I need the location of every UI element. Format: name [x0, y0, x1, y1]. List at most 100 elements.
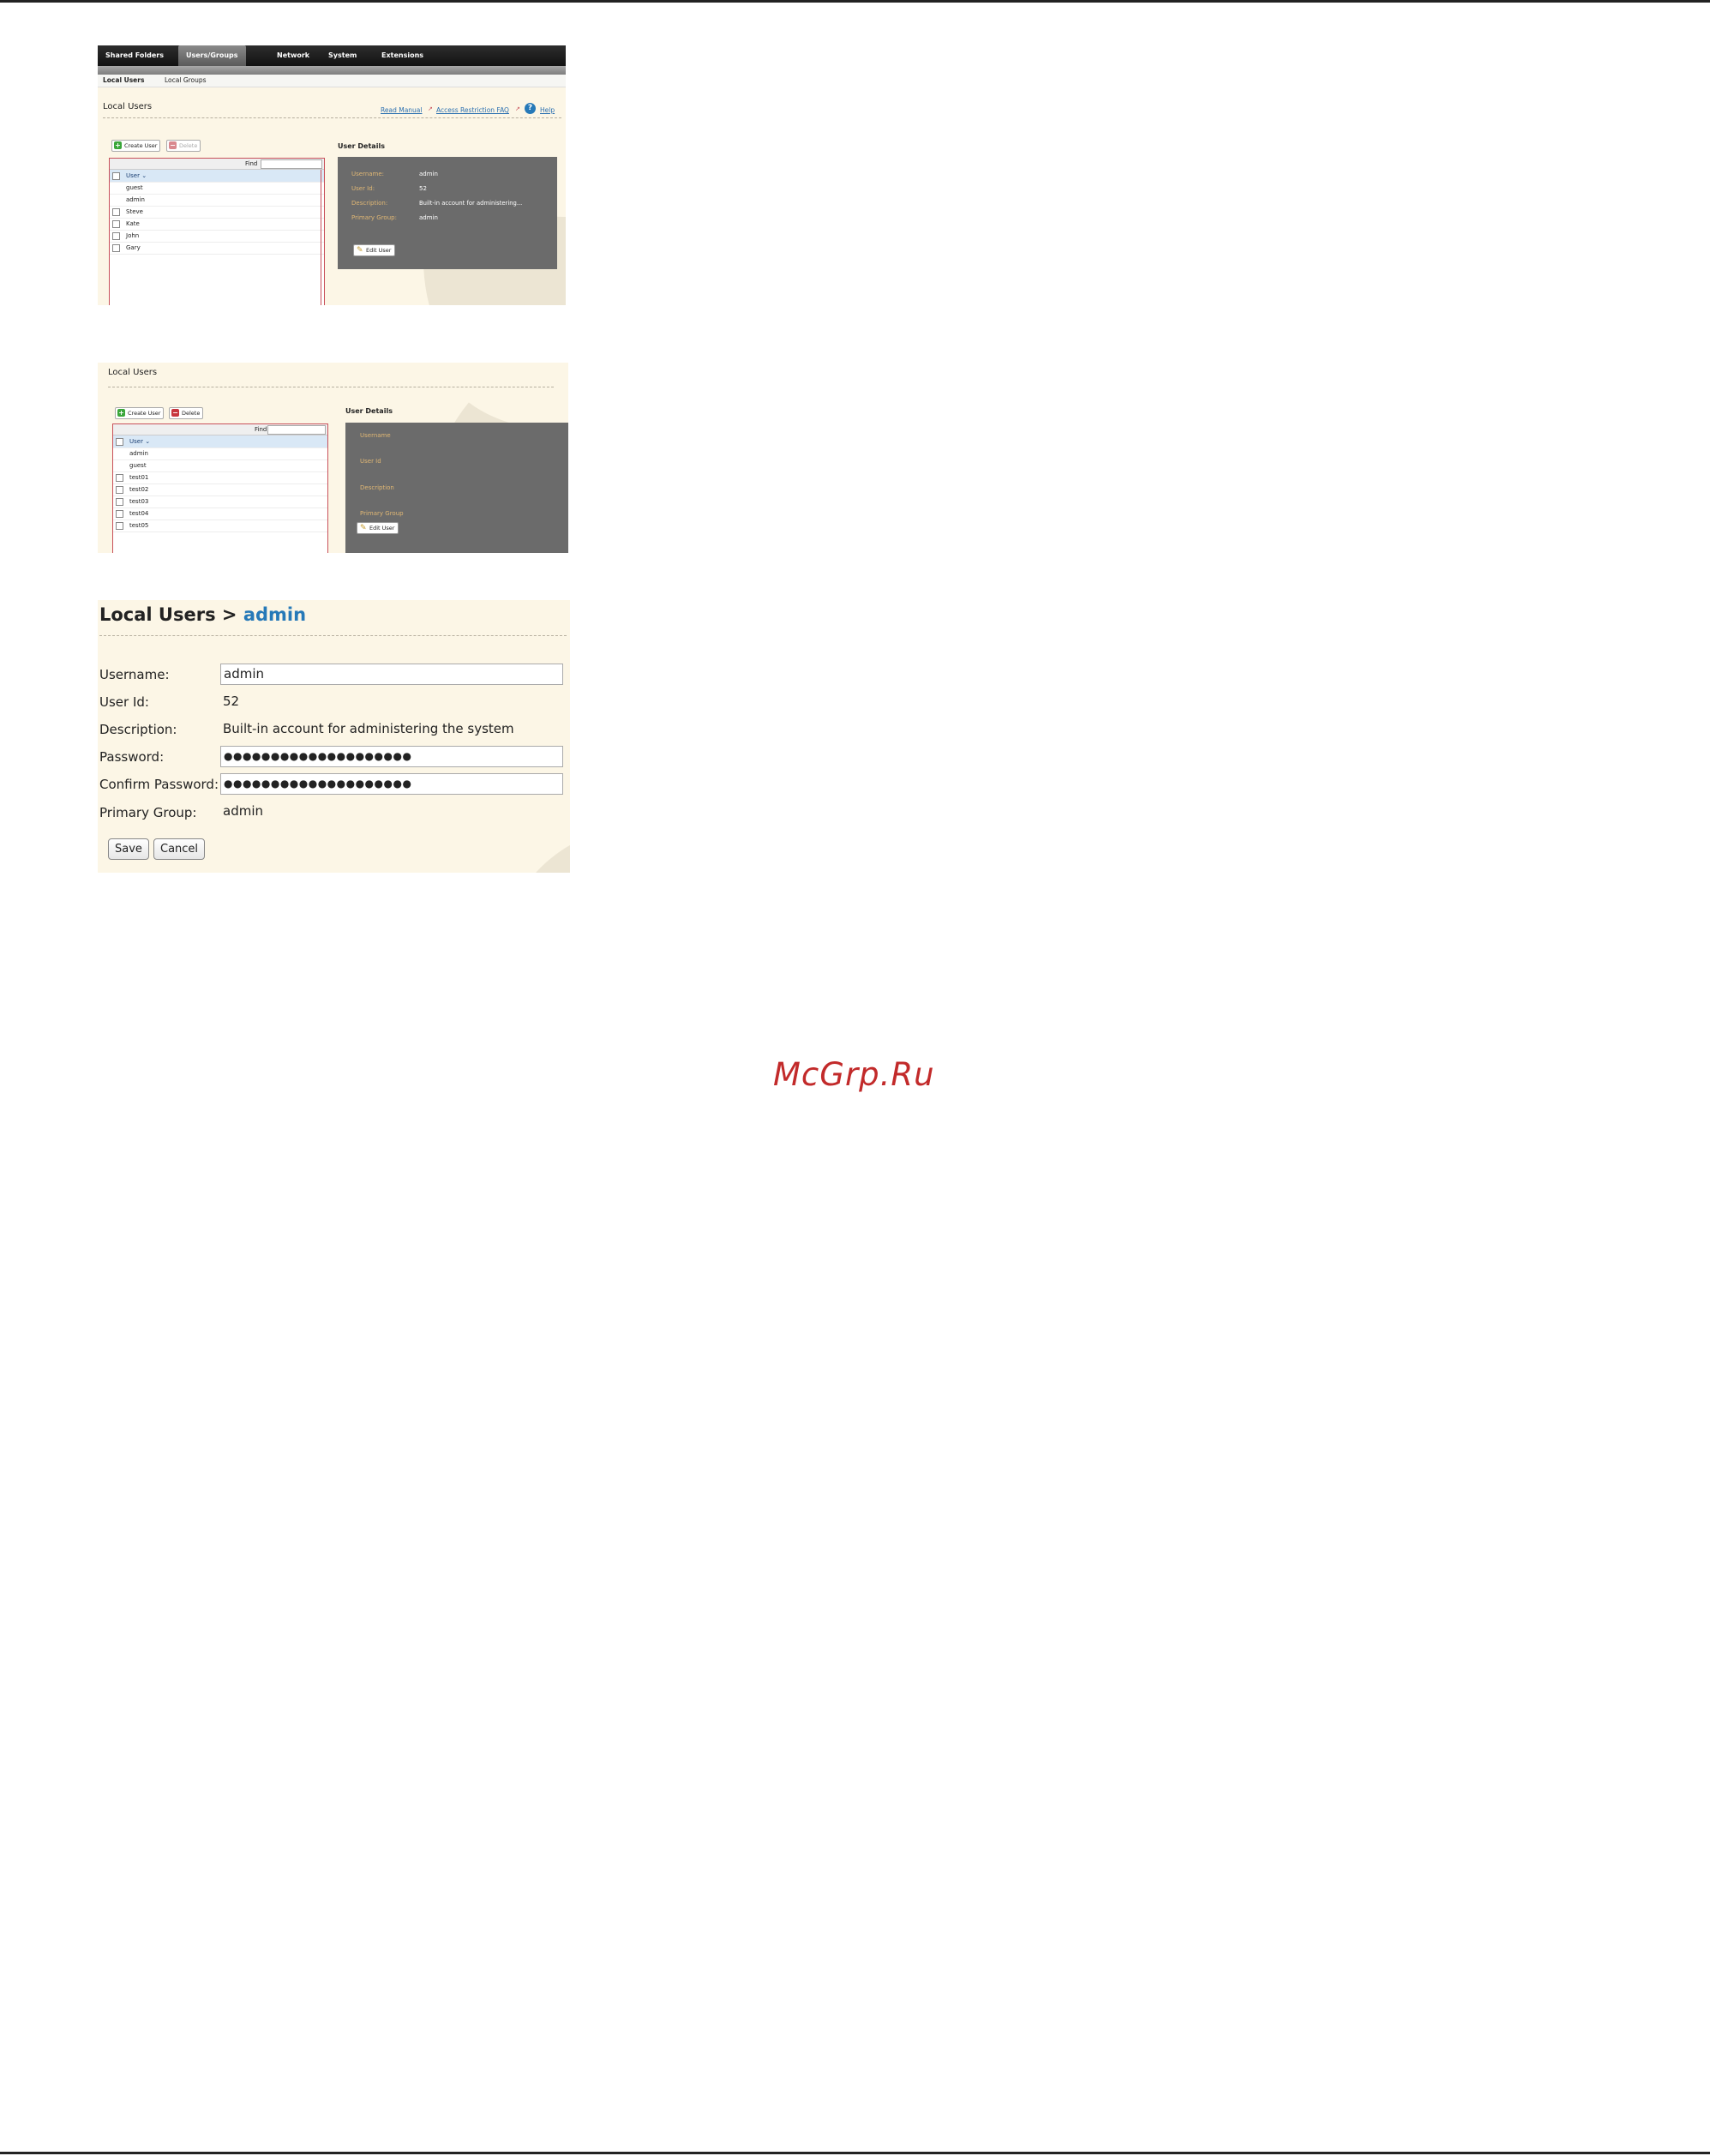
find-row: Find [113, 424, 327, 435]
screenshot-local-users-test-list: Local Users + Create User − Delete Find … [98, 363, 568, 553]
user-row[interactable]: admin [110, 194, 324, 207]
user-row[interactable]: guest [113, 459, 327, 472]
row-checkbox[interactable] [112, 220, 120, 228]
title-divider [99, 635, 567, 636]
page-title: Local Users [103, 102, 153, 111]
user-row[interactable]: test02 [113, 483, 327, 496]
access-faq-link[interactable]: Access Restriction FAQ [436, 106, 509, 114]
user-name: Steve [126, 208, 143, 215]
row-checkbox[interactable] [116, 498, 123, 506]
row-checkbox[interactable] [112, 208, 120, 216]
user-row[interactable]: guest [110, 182, 324, 195]
user-list: Find User ⌄ guest admin Steve Kate John … [109, 158, 325, 305]
user-name: guest [129, 462, 147, 469]
row-checkbox[interactable] [116, 486, 123, 494]
nav-tab-network[interactable]: Network [269, 45, 317, 66]
find-input[interactable] [267, 425, 326, 435]
title-divider [103, 117, 561, 118]
user-column-header[interactable]: User ⌄ [110, 170, 324, 183]
row-checkbox[interactable] [116, 510, 123, 518]
row-checkbox[interactable] [112, 232, 120, 240]
edit-user-button[interactable]: ✎ Edit User [353, 244, 396, 256]
subtab-local-users[interactable]: Local Users [103, 75, 144, 87]
find-input[interactable] [261, 159, 322, 169]
delete-button[interactable]: − Delete [169, 407, 204, 419]
user-header-label: User ⌄ [126, 172, 147, 179]
user-name: Kate [126, 220, 140, 227]
cancel-button[interactable]: Cancel [153, 838, 206, 860]
create-user-button[interactable]: + Create User [115, 407, 165, 419]
userid-label: User Id [360, 458, 381, 465]
read-manual-link[interactable]: Read Manual [381, 106, 422, 114]
user-details-heading: User Details [338, 142, 385, 150]
group-value: admin [419, 214, 438, 221]
main-nav: Shared Folders Users/Groups Network Syst… [98, 45, 566, 66]
create-user-label: Create User [124, 142, 158, 149]
nav-tab-system[interactable]: System [321, 45, 364, 66]
top-rule [0, 0, 1710, 3]
user-row[interactable]: test04 [113, 507, 327, 520]
confirm-password-label: Confirm Password: [99, 777, 219, 792]
help-icon[interactable]: ? [525, 103, 536, 114]
user-row[interactable]: test01 [113, 471, 327, 484]
user-row[interactable]: Gary [110, 242, 324, 255]
find-row: Find [110, 159, 324, 170]
username-label: Username: [351, 171, 385, 177]
user-name: test03 [129, 498, 149, 505]
user-name: test02 [129, 486, 149, 493]
row-checkbox[interactable] [116, 474, 123, 482]
user-name: test04 [129, 510, 149, 517]
external-link-icon: ↗ [428, 105, 433, 112]
user-row[interactable]: admin [113, 447, 327, 460]
minus-icon: − [171, 409, 179, 417]
userid-label: User Id: [99, 694, 149, 710]
group-label: Primary Group [360, 510, 404, 517]
nav-tab-shared-folders[interactable]: Shared Folders [98, 45, 171, 66]
description-value: Built-in account for administering the s… [223, 721, 514, 736]
user-row[interactable]: Steve [110, 206, 324, 219]
find-label: Find [245, 160, 258, 167]
user-row[interactable]: John [110, 230, 324, 243]
user-name: guest [126, 184, 143, 191]
user-name: Gary [126, 244, 141, 251]
username-input[interactable]: admin [220, 664, 563, 685]
user-row[interactable]: test03 [113, 495, 327, 508]
help-link[interactable]: Help [540, 106, 555, 114]
delete-button[interactable]: − Delete [166, 140, 201, 152]
watermark: McGrp.Ru [773, 1056, 935, 1093]
user-row[interactable]: Kate [110, 218, 324, 231]
user-header-label: User ⌄ [129, 438, 151, 445]
username-label: Username: [99, 667, 170, 682]
user-details-heading: User Details [345, 407, 393, 415]
save-button[interactable]: Save [108, 838, 149, 860]
edit-user-button[interactable]: ✎ Edit User [357, 522, 399, 534]
userid-value: 52 [419, 185, 427, 192]
subtab-local-groups[interactable]: Local Groups [165, 75, 207, 87]
bottom-rule [0, 2152, 1710, 2154]
nav-tab-extensions[interactable]: Extensions [374, 45, 431, 66]
plus-icon: + [114, 141, 122, 149]
group-label: Primary Group: [351, 214, 397, 221]
confirm-password-input[interactable]: ●●●●●●●●●●●●●●●●●●●● [220, 773, 563, 795]
user-name: test01 [129, 474, 149, 481]
minus-icon: − [169, 141, 177, 149]
row-checkbox[interactable] [112, 244, 120, 252]
delete-label: Delete [182, 410, 201, 417]
background-swoosh [501, 827, 570, 873]
username-value: admin [419, 171, 438, 177]
nav-tab-users-groups[interactable]: Users/Groups [178, 45, 246, 66]
description-label: Description [360, 484, 394, 491]
select-all-checkbox[interactable] [112, 172, 120, 180]
row-checkbox[interactable] [116, 522, 123, 530]
pencil-icon: ✎ [357, 246, 363, 255]
password-input[interactable]: ●●●●●●●●●●●●●●●●●●●● [220, 746, 563, 767]
user-list: Find User ⌄ admin guest test01 test02 te… [112, 423, 328, 553]
user-row[interactable]: test05 [113, 519, 327, 532]
select-all-checkbox[interactable] [116, 438, 123, 446]
screenshot-local-users-list: Shared Folders Users/Groups Network Syst… [98, 45, 566, 305]
create-user-button[interactable]: + Create User [111, 140, 161, 152]
find-label: Find [255, 426, 267, 433]
description-label: Description: [351, 200, 388, 207]
user-column-header[interactable]: User ⌄ [113, 435, 327, 448]
nav-strip [98, 66, 566, 75]
